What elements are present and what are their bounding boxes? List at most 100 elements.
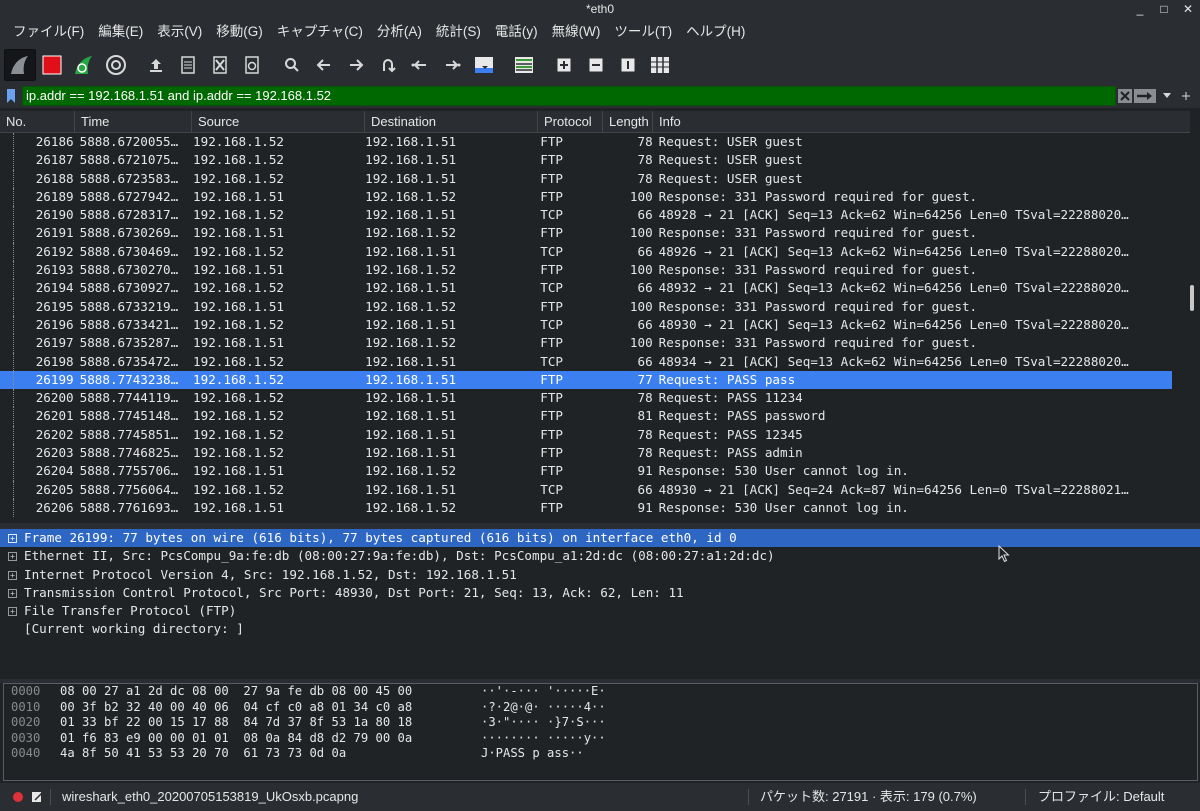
go-back-button[interactable]	[308, 49, 340, 81]
colorize-button[interactable]	[508, 49, 540, 81]
save-file-button[interactable]	[172, 49, 204, 81]
packet-row[interactable]: 26199 5888.7743238… 192.168.1.52 192.168.1.…	[0, 370, 1172, 390]
menu-file[interactable]: ファイル(F)	[6, 18, 91, 46]
menu-go[interactable]: 移動(G)	[209, 18, 270, 46]
packet-row[interactable]: 26206 5888.7761693… 192.168.1.51 192.168.1.…	[0, 498, 1172, 518]
packet-list-scrollbar[interactable]	[1186, 133, 1196, 523]
column-no[interactable]: No.	[0, 111, 75, 133]
bytes-hex[interactable]: 08 00 27 a1 2d dc 08 00 27 9a fe db 08 0…	[60, 684, 412, 700]
packet-list[interactable]: 26186 5888.6720055… 192.168.1.52 192.168.1.…	[0, 133, 1172, 523]
menu-edit[interactable]: 編集(E)	[91, 18, 150, 46]
bytes-offset[interactable]: 0030	[11, 731, 40, 747]
expand-icon[interactable]: +	[8, 607, 17, 617]
detail-tree-item[interactable]: + Transmission Control Protocol, Src Port…	[0, 584, 1200, 602]
bytes-offset[interactable]: 0010	[11, 700, 40, 716]
scrollbar-thumb[interactable]	[1190, 285, 1194, 311]
zoom-out-button[interactable]	[580, 49, 612, 81]
restart-capture-button[interactable]	[68, 49, 100, 81]
packet-row[interactable]: 26194 5888.6730927… 192.168.1.52 192.168.1.…	[0, 279, 1172, 298]
bytes-ascii[interactable]: ·3·"···· ·}7·S···	[481, 715, 606, 731]
resize-columns-button[interactable]	[644, 49, 676, 81]
close-file-button[interactable]	[204, 49, 236, 81]
zoom-in-button[interactable]	[548, 49, 580, 81]
add-filter-button[interactable]	[1180, 87, 1192, 105]
menu-help[interactable]: ヘルプ(H)	[679, 18, 752, 46]
column-length[interactable]: Length	[603, 111, 653, 133]
bytes-ascii[interactable]: ·?·2@·@· ·····4··	[481, 700, 606, 716]
expand-icon[interactable]: +	[8, 534, 17, 543]
menu-wireless[interactable]: 無線(W)	[545, 18, 608, 46]
stop-capture-button[interactable]	[36, 49, 68, 81]
detail-tree-item[interactable]: + File Transfer Protocol (FTP)	[0, 602, 1200, 620]
packet-row[interactable]: 26196 5888.6733421… 192.168.1.52 192.168.1.…	[0, 315, 1172, 335]
packet-row[interactable]: 26201 5888.7745148… 192.168.1.52 192.168.1.…	[0, 407, 1172, 426]
maximize-button[interactable]: □	[1158, 0, 1170, 18]
edit-comment-icon[interactable]	[31, 791, 43, 803]
clear-filter-button[interactable]	[1117, 87, 1132, 105]
menu-view[interactable]: 表示(V)	[150, 18, 209, 46]
start-capture-button[interactable]	[4, 49, 36, 81]
column-info[interactable]: Info	[653, 111, 1190, 133]
packet-row[interactable]: 26197 5888.6735287… 192.168.1.51 192.168.1.…	[0, 334, 1172, 353]
packet-row[interactable]: 26187 5888.6721075… 192.168.1.52 192.168.1.…	[0, 151, 1172, 170]
open-file-button[interactable]	[140, 49, 172, 81]
packet-row[interactable]: 26195 5888.6733219… 192.168.1.51 192.168.1.…	[0, 297, 1172, 316]
close-button[interactable]: ✕	[1182, 0, 1194, 18]
menu-analyze[interactable]: 分析(A)	[370, 18, 429, 46]
bytes-hex[interactable]: 01 f6 83 e9 00 00 01 01 08 0a 84 d8 d2 7…	[60, 731, 412, 747]
bytes-offset[interactable]: 0020	[11, 715, 40, 731]
reload-file-button[interactable]	[236, 49, 268, 81]
packet-bytes[interactable]: 0000 08 00 27 a1 2d dc 08 00 27 9a fe db …	[3, 683, 1198, 781]
menu-statistics[interactable]: 統計(S)	[429, 18, 488, 46]
packet-row[interactable]: 26204 5888.7755706… 192.168.1.51 192.168.1.…	[0, 462, 1172, 481]
bytes-hex[interactable]: 00 3f b2 32 40 00 40 06 04 cf c0 a8 01 3…	[60, 700, 412, 716]
packet-row[interactable]: 26186 5888.6720055… 192.168.1.52 192.168.1.…	[0, 133, 1172, 152]
expand-icon[interactable]: +	[8, 570, 17, 580]
filter-bookmark-button[interactable]	[0, 85, 22, 107]
last-packet-button[interactable]	[436, 49, 468, 81]
minimize-button[interactable]: _	[1134, 0, 1146, 18]
bytes-offset[interactable]: 0000	[11, 684, 40, 700]
packet-row[interactable]: 26198 5888.6735472… 192.168.1.52 192.168.1.…	[0, 352, 1172, 371]
bytes-ascii[interactable]: ········ ·····y··	[481, 731, 606, 747]
packet-details[interactable]: + Frame 26199: 77 bytes on wire (616 bits…	[0, 529, 1200, 679]
display-filter-input[interactable]: ip.addr == 192.168.1.51 and ip.addr == 1…	[22, 86, 1116, 106]
menu-capture[interactable]: キャプチャ(C)	[270, 18, 370, 46]
detail-tree-item[interactable]: + Internet Protocol Version 4, Src: 192.1…	[0, 566, 1200, 584]
expert-info-icon[interactable]	[12, 791, 24, 803]
detail-tree-item[interactable]: + Frame 26199: 77 bytes on wire (616 bits…	[0, 529, 1200, 548]
find-packet-button[interactable]	[276, 49, 308, 81]
go-to-packet-button[interactable]	[372, 49, 404, 81]
packet-row[interactable]: 26189 5888.6727942… 192.168.1.51 192.168.1.…	[0, 187, 1172, 207]
bytes-ascii[interactable]: J·PASS p ass··	[481, 746, 584, 762]
packet-row[interactable]: 26202 5888.7745851… 192.168.1.52 192.168.1.…	[0, 425, 1172, 445]
normal-size-button[interactable]	[612, 49, 644, 81]
column-source[interactable]: Source	[192, 111, 365, 133]
column-time[interactable]: Time	[75, 111, 192, 133]
recent-filters-dropdown[interactable]	[1161, 87, 1173, 105]
profile-selector[interactable]: プロファイル: Default	[1038, 783, 1164, 811]
packet-row[interactable]: 26188 5888.6723583… 192.168.1.52 192.168.1.…	[0, 169, 1172, 188]
packet-row[interactable]: 26200 5888.7744119… 192.168.1.52 192.168.1.…	[0, 389, 1172, 408]
packet-row[interactable]: 26205 5888.7756064… 192.168.1.52 192.168.1.…	[0, 480, 1172, 499]
expand-icon[interactable]: +	[8, 552, 17, 562]
go-forward-button[interactable]	[340, 49, 372, 81]
column-destination[interactable]: Destination	[365, 111, 538, 133]
packet-row[interactable]: 26192 5888.6730469… 192.168.1.52 192.168.1.…	[0, 242, 1172, 262]
bytes-ascii[interactable]: ··'·-··· '·····E·	[481, 684, 606, 700]
packet-row[interactable]: 26203 5888.7746825… 192.168.1.52 192.168.1.…	[0, 444, 1172, 463]
packet-row[interactable]: 26193 5888.6730270… 192.168.1.51 192.168.1.…	[0, 261, 1172, 280]
expand-icon[interactable]: +	[8, 588, 17, 598]
detail-tree-item[interactable]: + Ethernet II, Src: PcsCompu_9a:fe:db (08…	[0, 547, 1200, 565]
autoscroll-button[interactable]	[468, 49, 500, 81]
bytes-hex[interactable]: 01 33 bf 22 00 15 17 88 84 7d 37 8f 53 1…	[60, 715, 412, 731]
bytes-hex[interactable]: 4a 8f 50 41 53 53 20 70 61 73 73 0d 0a	[60, 746, 346, 762]
packet-row[interactable]: 26190 5888.6728317… 192.168.1.52 192.168.1.…	[0, 206, 1172, 225]
bytes-offset[interactable]: 0040	[11, 746, 40, 762]
menu-telephony[interactable]: 電話(y)	[488, 18, 545, 46]
column-protocol[interactable]: Protocol	[538, 111, 603, 133]
first-packet-button[interactable]	[404, 49, 436, 81]
menu-tools[interactable]: ツール(T)	[607, 18, 679, 46]
capture-options-button[interactable]	[100, 49, 132, 81]
detail-tree-item[interactable]: [Current working directory: ]	[0, 620, 1200, 638]
